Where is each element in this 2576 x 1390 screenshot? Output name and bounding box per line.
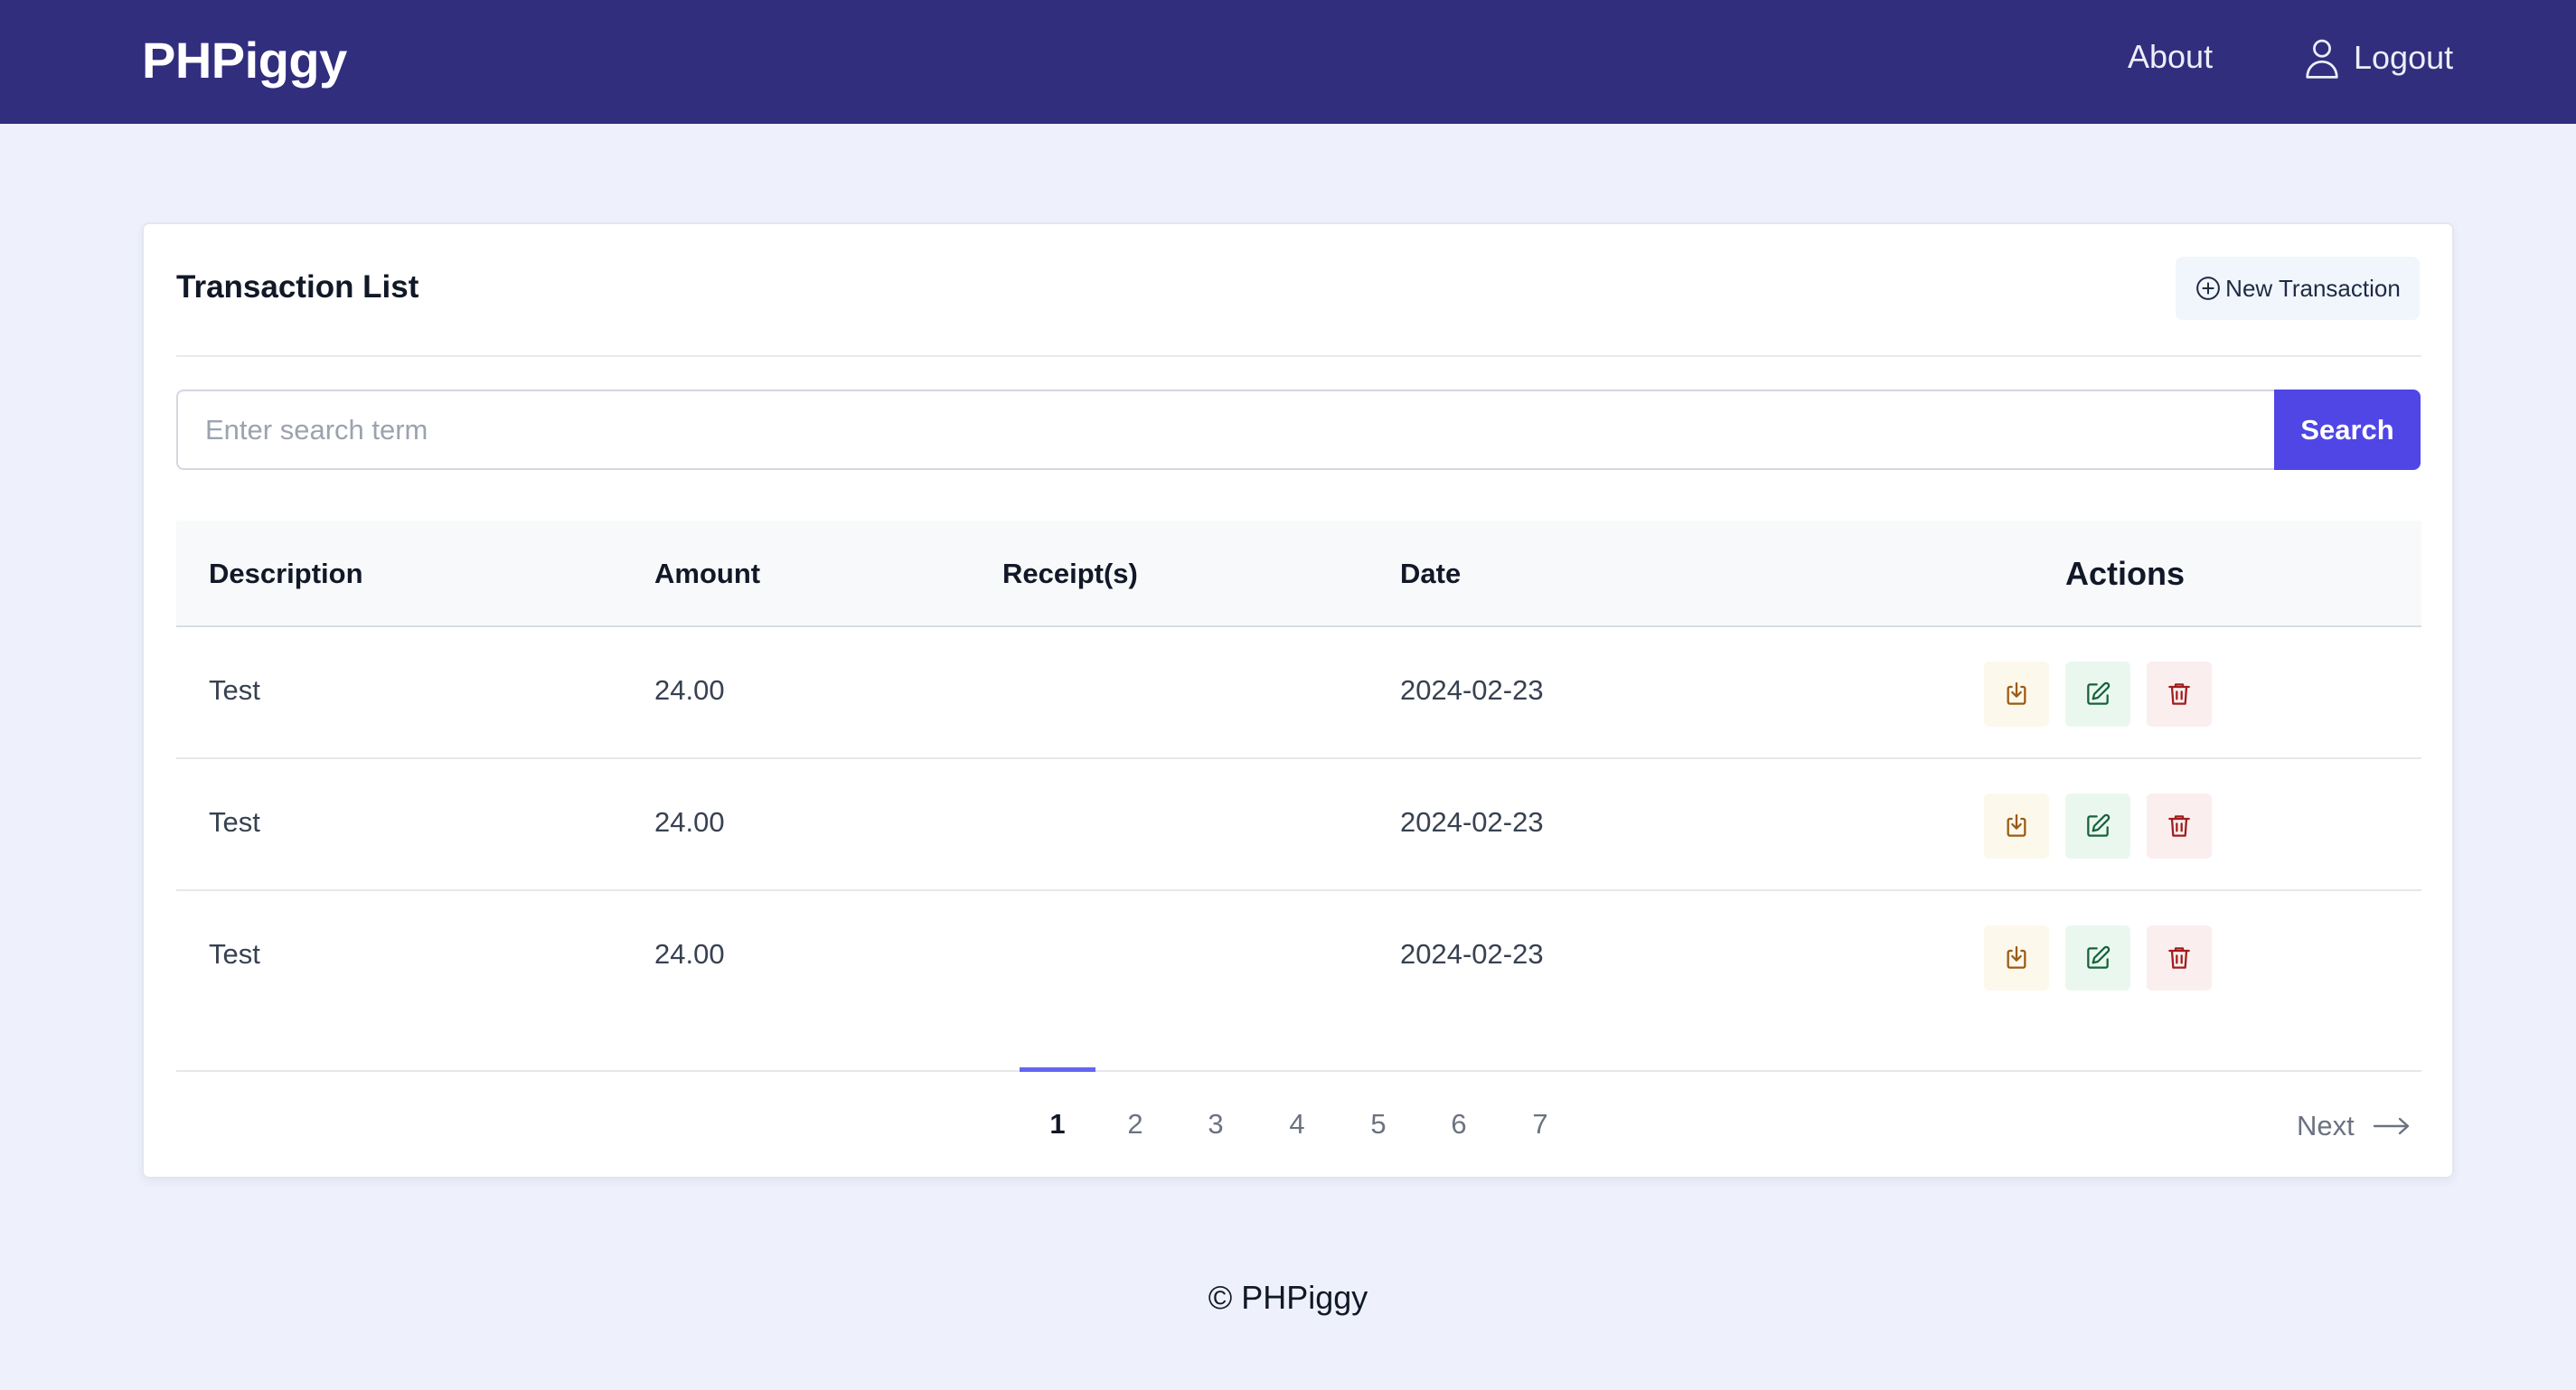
cell-amount: 24.00	[654, 806, 725, 838]
brand-logo[interactable]: PHPiggy	[142, 31, 347, 89]
next-page-link[interactable]: Next	[2297, 1108, 2411, 1144]
logout-label: Logout	[2354, 39, 2454, 76]
delete-button[interactable]	[2147, 794, 2212, 859]
page-link-7[interactable]: 7	[1518, 1108, 1563, 1141]
card-divider	[176, 355, 2421, 357]
download-icon	[2007, 813, 2026, 837]
cell-description: Test	[209, 674, 260, 706]
download-icon	[2007, 681, 2026, 705]
column-header-actions: Actions	[2065, 555, 2186, 592]
cell-amount: 24.00	[654, 674, 725, 706]
footer-copyright: © PHPiggy	[1208, 1279, 1368, 1316]
download-button[interactable]	[1984, 794, 2049, 859]
delete-button[interactable]	[2147, 662, 2212, 727]
column-header-receipts: Receipt(s)	[1002, 558, 1138, 589]
table-row: Test 24.00 2024-02-23	[176, 627, 2421, 759]
active-page-indicator	[1020, 1067, 1095, 1072]
column-header-description: Description	[209, 558, 363, 589]
next-label: Next	[2297, 1110, 2355, 1141]
page-link-3[interactable]: 3	[1193, 1108, 1238, 1141]
trash-icon	[2168, 947, 2190, 969]
page-link-5[interactable]: 5	[1356, 1108, 1401, 1141]
user-icon	[2306, 39, 2338, 79]
edit-button[interactable]	[2065, 925, 2130, 991]
trash-icon	[2168, 683, 2190, 705]
plus-circle-icon	[2196, 277, 2221, 300]
column-header-amount: Amount	[654, 558, 761, 589]
transaction-card: Transaction List New Transaction Search …	[142, 222, 2454, 1179]
table-header: Description Amount Receipt(s) Date Actio…	[176, 521, 2421, 627]
column-header-date: Date	[1400, 558, 1462, 589]
cell-date: 2024-02-23	[1400, 806, 1544, 838]
delete-button[interactable]	[2147, 925, 2212, 991]
nav-about-link[interactable]: About	[2128, 38, 2213, 76]
table-row: Test 24.00 2024-02-23	[176, 759, 2421, 891]
card-title: Transaction List	[176, 269, 419, 305]
edit-button[interactable]	[2065, 794, 2130, 859]
new-transaction-button[interactable]: New Transaction	[2176, 257, 2420, 320]
cell-date: 2024-02-23	[1400, 938, 1544, 970]
cell-amount: 24.00	[654, 938, 725, 970]
arrow-right-icon	[2373, 1117, 2409, 1135]
edit-icon	[2087, 945, 2111, 969]
download-button[interactable]	[1984, 925, 2049, 991]
nav-logout-link[interactable]: Logout	[2303, 34, 2453, 81]
page-link-4[interactable]: 4	[1274, 1108, 1320, 1141]
top-navbar: PHPiggy About Logout	[0, 0, 2576, 124]
search-button[interactable]: Search	[2274, 390, 2421, 470]
table-row: Test 24.00 2024-02-23	[176, 891, 2421, 1023]
download-button[interactable]	[1984, 662, 2049, 727]
pagination-divider	[176, 1070, 2421, 1072]
trash-icon	[2168, 815, 2190, 837]
cell-description: Test	[209, 806, 260, 838]
page-link-2[interactable]: 2	[1113, 1108, 1158, 1141]
edit-button[interactable]	[2065, 662, 2130, 727]
download-icon	[2007, 945, 2026, 969]
page-link-6[interactable]: 6	[1436, 1108, 1481, 1141]
new-transaction-label: New Transaction	[2225, 274, 2401, 302]
search-input[interactable]	[176, 390, 2275, 470]
edit-icon	[2087, 813, 2111, 837]
cell-description: Test	[209, 938, 260, 970]
edit-icon	[2087, 681, 2111, 705]
page-link-1[interactable]: 1	[1035, 1108, 1080, 1141]
cell-date: 2024-02-23	[1400, 674, 1544, 706]
